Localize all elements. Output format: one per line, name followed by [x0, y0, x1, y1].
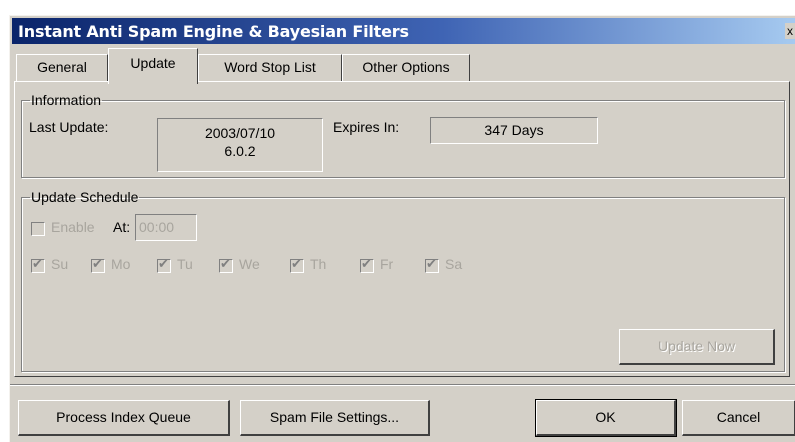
- update-now-button[interactable]: Update Now: [619, 329, 775, 365]
- expires-field: 347 Days: [430, 117, 598, 144]
- ok-button[interactable]: OK: [535, 399, 677, 437]
- expires-label: Expires In:: [333, 119, 400, 135]
- spam-file-settings-button[interactable]: Spam File Settings...: [240, 400, 430, 436]
- day-checkbox-tu[interactable]: ✔: [157, 256, 171, 273]
- day-checkbox-mo[interactable]: ✔: [91, 256, 105, 273]
- last-update-label: Last Update:: [29, 119, 109, 135]
- day-label-we: We: [239, 256, 260, 272]
- process-index-queue-label: Process Index Queue: [56, 409, 191, 425]
- information-group: Information: [21, 92, 785, 178]
- check-mark-icon: ✔: [32, 256, 43, 271]
- day-checkbox-fr[interactable]: ✔: [360, 256, 374, 273]
- enable-checkbox[interactable]: [31, 222, 45, 236]
- tab-update[interactable]: Update: [108, 48, 198, 84]
- enable-label: Enable: [51, 219, 95, 235]
- last-update-version: 6.0.2: [224, 143, 256, 159]
- day-label-sa: Sa: [445, 256, 463, 272]
- information-legend: Information: [31, 92, 102, 108]
- last-update-date: 2003/07/10: [204, 125, 276, 141]
- day-label-su: Su: [51, 256, 69, 272]
- cancel-label: Cancel: [716, 409, 761, 425]
- ok-label: OK: [595, 409, 616, 425]
- separator: [10, 384, 795, 386]
- dialog-window: Instant Anti Spam Engine & Bayesian Filt…: [9, 15, 795, 442]
- check-mark-icon: ✔: [426, 256, 437, 271]
- check-mark-icon: ✔: [92, 256, 103, 271]
- tab-general[interactable]: General: [16, 54, 108, 82]
- day-label-fr: Fr: [380, 256, 394, 272]
- close-button[interactable]: x: [785, 23, 795, 39]
- at-label: At:: [113, 219, 131, 235]
- check-mark-icon: ✔: [220, 256, 231, 271]
- day-checkbox-su[interactable]: ✔: [31, 256, 45, 273]
- time-input[interactable]: 00:00: [135, 214, 197, 241]
- check-mark-icon: ✔: [361, 256, 372, 271]
- cancel-button[interactable]: Cancel: [682, 400, 795, 436]
- update-schedule-legend: Update Schedule: [31, 189, 139, 205]
- last-update-field: 2003/07/10 6.0.2: [157, 118, 323, 172]
- day-label-tu: Tu: [177, 256, 193, 272]
- tab-other-options[interactable]: Other Options: [342, 54, 470, 82]
- title-bar[interactable]: Instant Anti Spam Engine & Bayesian Filt…: [12, 18, 795, 44]
- process-index-queue-button[interactable]: Process Index Queue: [18, 400, 230, 436]
- window-title: Instant Anti Spam Engine & Bayesian Filt…: [18, 22, 409, 41]
- day-checkbox-we[interactable]: ✔: [219, 256, 233, 273]
- tab-panel: Information Last Update: 2003/07/10 6.0.…: [14, 81, 790, 377]
- day-label-mo: Mo: [111, 256, 131, 272]
- day-checkbox-th[interactable]: ✔: [290, 256, 304, 273]
- day-label-th: Th: [310, 256, 327, 272]
- tab-word-stop-list[interactable]: Word Stop List: [198, 54, 342, 82]
- check-mark-icon: ✔: [291, 256, 302, 271]
- check-mark-icon: ✔: [158, 256, 169, 271]
- day-checkbox-sa[interactable]: ✔: [425, 256, 439, 273]
- spam-file-settings-label: Spam File Settings...: [269, 409, 400, 425]
